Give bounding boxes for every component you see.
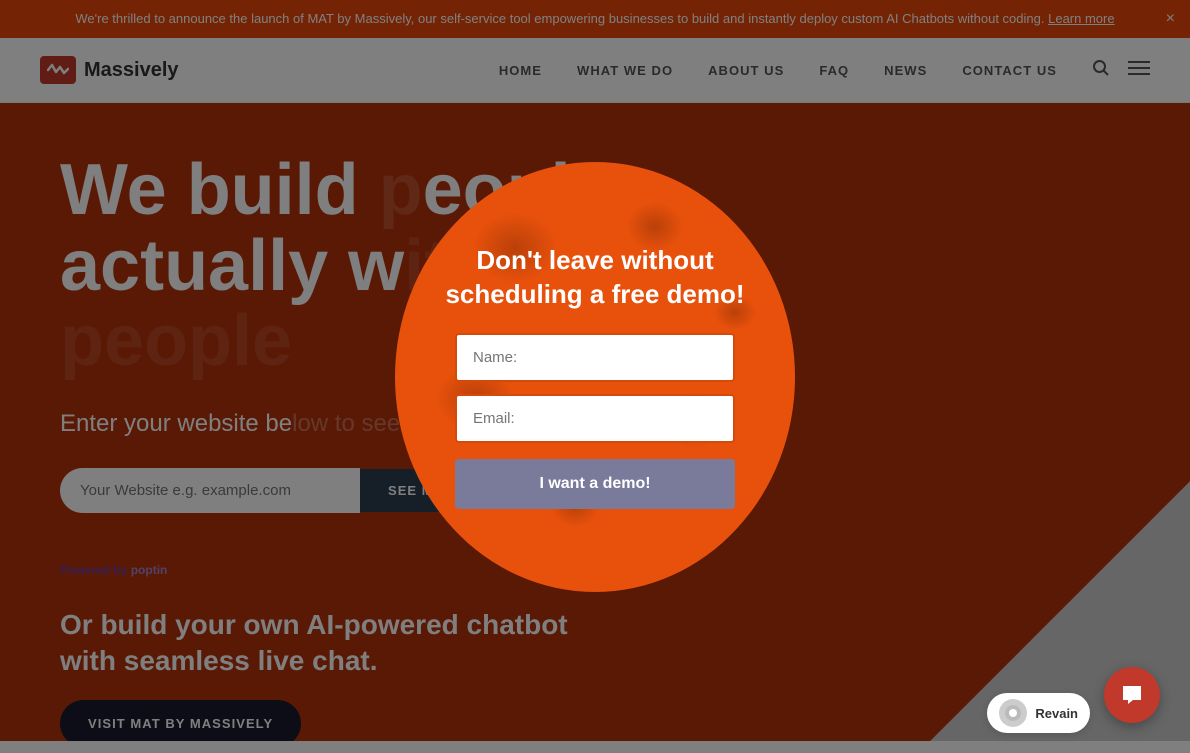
modal-submit-button[interactable]: I want a demo! [455, 459, 735, 509]
modal-overlay[interactable]: × Don't leave without scheduling a free … [0, 0, 1190, 753]
modal-close-button[interactable]: × [739, 162, 775, 183]
modal-container: × Don't leave without scheduling a free … [395, 162, 795, 592]
revain-widget[interactable]: Revain [987, 693, 1090, 733]
revain-text: Revain [1035, 706, 1078, 721]
chat-widget[interactable] [1104, 667, 1160, 723]
revain-icon [999, 699, 1027, 727]
modal-name-input[interactable] [455, 333, 735, 382]
modal-email-input[interactable] [455, 394, 735, 443]
modal-title: Don't leave without scheduling a free de… [445, 244, 744, 312]
modal-inner: Don't leave without scheduling a free de… [395, 214, 795, 540]
